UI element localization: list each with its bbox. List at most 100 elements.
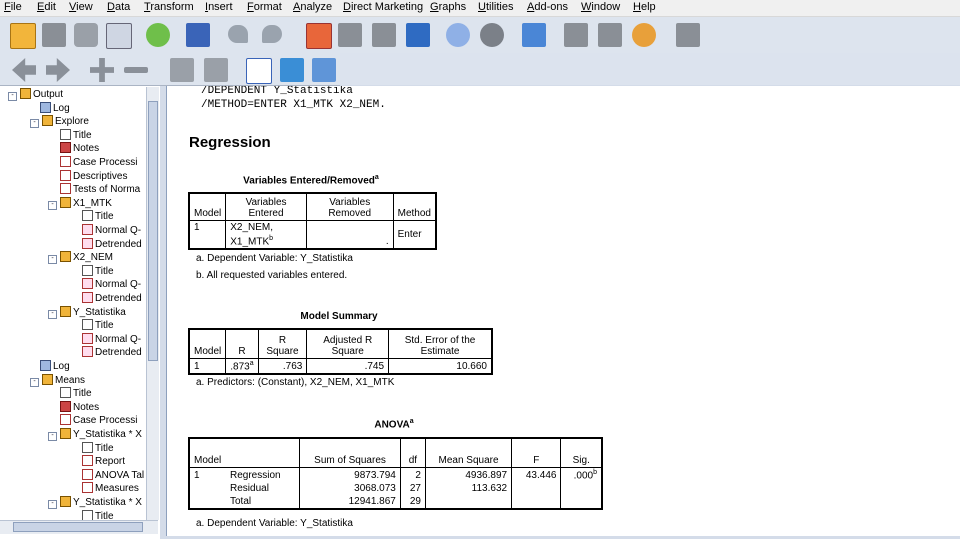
tree-node[interactable]: - X2_NEM <box>48 251 113 265</box>
tree-node[interactable]: - Means <box>30 373 85 387</box>
menu-add-ons[interactable]: Add-ons <box>527 1 568 13</box>
menu-analyze[interactable]: Analyze <box>293 1 332 13</box>
tree-node[interactable]: Title <box>82 264 114 278</box>
table-icon <box>60 183 71 195</box>
menu-help[interactable]: Help <box>633 1 656 13</box>
collapse-toggle-icon[interactable]: - <box>48 500 57 509</box>
tree-node[interactable]: Title <box>60 387 92 400</box>
menu-direct-marketing[interactable]: Direct Marketing <box>343 1 423 13</box>
tree-node[interactable]: Measures <box>82 482 139 495</box>
undo-icon[interactable] <box>228 25 248 43</box>
menu-data[interactable]: Data <box>107 1 130 13</box>
tree-node[interactable]: Tests of Norma <box>60 183 140 196</box>
tree-node[interactable]: Title <box>82 319 114 332</box>
select-cases-icon[interactable] <box>598 23 622 47</box>
tree-node[interactable]: Title <box>60 128 92 142</box>
collapse-toggle-icon[interactable]: - <box>48 200 57 210</box>
hide-icon[interactable] <box>204 58 228 82</box>
menu-format[interactable]: Format <box>247 1 282 13</box>
data-cell: .745 <box>306 358 390 376</box>
tree-node-label: Tests of Norma <box>73 184 141 196</box>
menu-utilities[interactable]: Utilities <box>478 1 513 13</box>
tree-node[interactable]: - Output <box>8 88 63 101</box>
print-icon[interactable] <box>74 23 98 47</box>
outline-horizontal-scrollbar[interactable] <box>0 520 158 534</box>
tree-node[interactable]: - Y_Statistika <box>48 305 126 319</box>
tree-node[interactable]: Detrended <box>82 346 142 359</box>
print-preview-icon[interactable] <box>106 23 132 49</box>
menu-view[interactable]: View <box>69 1 93 13</box>
menu-edit[interactable]: Edit <box>37 1 56 13</box>
data-cell: 9873.794 <box>299 467 401 483</box>
menu-file[interactable]: File <box>4 1 22 13</box>
variables-icon[interactable] <box>406 23 430 47</box>
menu-window[interactable]: Window <box>581 1 620 13</box>
export-icon[interactable] <box>146 23 170 47</box>
back-icon[interactable] <box>12 58 36 82</box>
tree-node[interactable]: ANOVA Tal <box>82 468 144 482</box>
header-cell: Model <box>188 192 227 221</box>
insert-heading-icon[interactable] <box>246 58 272 84</box>
tree-node[interactable]: Detrended <box>82 237 142 251</box>
tree-node[interactable]: Normal Q- <box>82 224 141 237</box>
collapse-toggle-icon[interactable]: - <box>30 119 39 129</box>
value-labels-icon[interactable] <box>632 23 656 47</box>
toolbar-background <box>340 53 960 85</box>
menu-insert[interactable]: Insert <box>205 1 233 13</box>
collapse-toggle-icon[interactable]: - <box>8 92 17 101</box>
tree-node[interactable]: Notes <box>60 400 99 414</box>
goto-variable-icon[interactable] <box>372 23 396 47</box>
tree-node-label: Title <box>73 129 92 141</box>
page-icon <box>60 128 71 140</box>
insert-title-icon[interactable] <box>280 58 304 82</box>
header-cell: Sig. <box>560 437 604 468</box>
expand-icon[interactable] <box>90 58 114 82</box>
forward-icon[interactable] <box>46 58 70 82</box>
tree-node[interactable]: Title <box>82 441 114 455</box>
tree-node[interactable]: Notes <box>60 142 99 155</box>
tree-node-label: Y_Statistika * X <box>73 429 142 440</box>
variables-entered-table[interactable]: Model Variables Entered Variables Remove… <box>188 192 437 251</box>
tree-node[interactable]: - X1_MTK <box>48 196 112 210</box>
tree-node[interactable]: Title <box>82 210 114 223</box>
collapse-toggle-icon[interactable]: - <box>48 309 57 319</box>
show-all-icon[interactable] <box>480 23 504 47</box>
tree-node[interactable]: - Y_Statistika * X <box>48 496 142 509</box>
tree-node-label: Case Processi <box>73 157 138 168</box>
split-file-icon[interactable] <box>522 23 546 47</box>
save-icon[interactable] <box>42 23 66 47</box>
tree-node[interactable]: Log <box>40 101 70 115</box>
tree-node[interactable]: Normal Q- <box>82 278 141 291</box>
goto-data-icon[interactable] <box>306 23 332 49</box>
tree-node[interactable]: Report <box>82 455 125 468</box>
use-sets-icon[interactable] <box>446 23 470 47</box>
scrollbar-thumb[interactable] <box>148 101 158 361</box>
tree-node[interactable]: Case Processi <box>60 414 137 427</box>
tree-node[interactable]: Case Processi <box>60 156 137 169</box>
tree-node[interactable]: Descriptives <box>60 169 127 183</box>
tree-node[interactable]: Log <box>40 360 70 373</box>
show-icon[interactable] <box>170 58 194 82</box>
menu-transform[interactable]: Transform <box>144 1 194 13</box>
anova-table[interactable]: Model Sum of Squares df Mean Square F Si… <box>188 437 604 511</box>
insert-text-icon[interactable] <box>312 58 336 82</box>
goto-case-icon[interactable] <box>338 23 362 47</box>
redo-icon[interactable] <box>262 25 282 43</box>
recall-dialog-icon[interactable] <box>186 23 210 47</box>
tree-node[interactable]: Normal Q- <box>82 332 141 346</box>
collapse-icon[interactable] <box>124 67 148 73</box>
table-footnote: a. Dependent Variable: Y_Statistika <box>196 518 353 529</box>
collapse-toggle-icon[interactable]: - <box>48 255 57 265</box>
scrollbar-thumb[interactable] <box>13 522 143 532</box>
tree-node[interactable]: - Explore <box>30 115 89 129</box>
collapse-toggle-icon[interactable]: - <box>30 377 39 387</box>
menu-graphs[interactable]: Graphs <box>430 1 466 13</box>
outline-vertical-scrollbar[interactable] <box>146 87 159 520</box>
tree-node[interactable]: Detrended <box>82 292 142 305</box>
spell-icon[interactable] <box>676 23 700 47</box>
open-icon[interactable] <box>10 23 36 49</box>
weight-icon[interactable] <box>564 23 588 47</box>
collapse-toggle-icon[interactable]: - <box>48 432 57 441</box>
model-summary-table[interactable]: Model R R Square Adjusted R Square Std. … <box>188 328 494 376</box>
tree-node[interactable]: - Y_Statistika * X <box>48 428 142 441</box>
